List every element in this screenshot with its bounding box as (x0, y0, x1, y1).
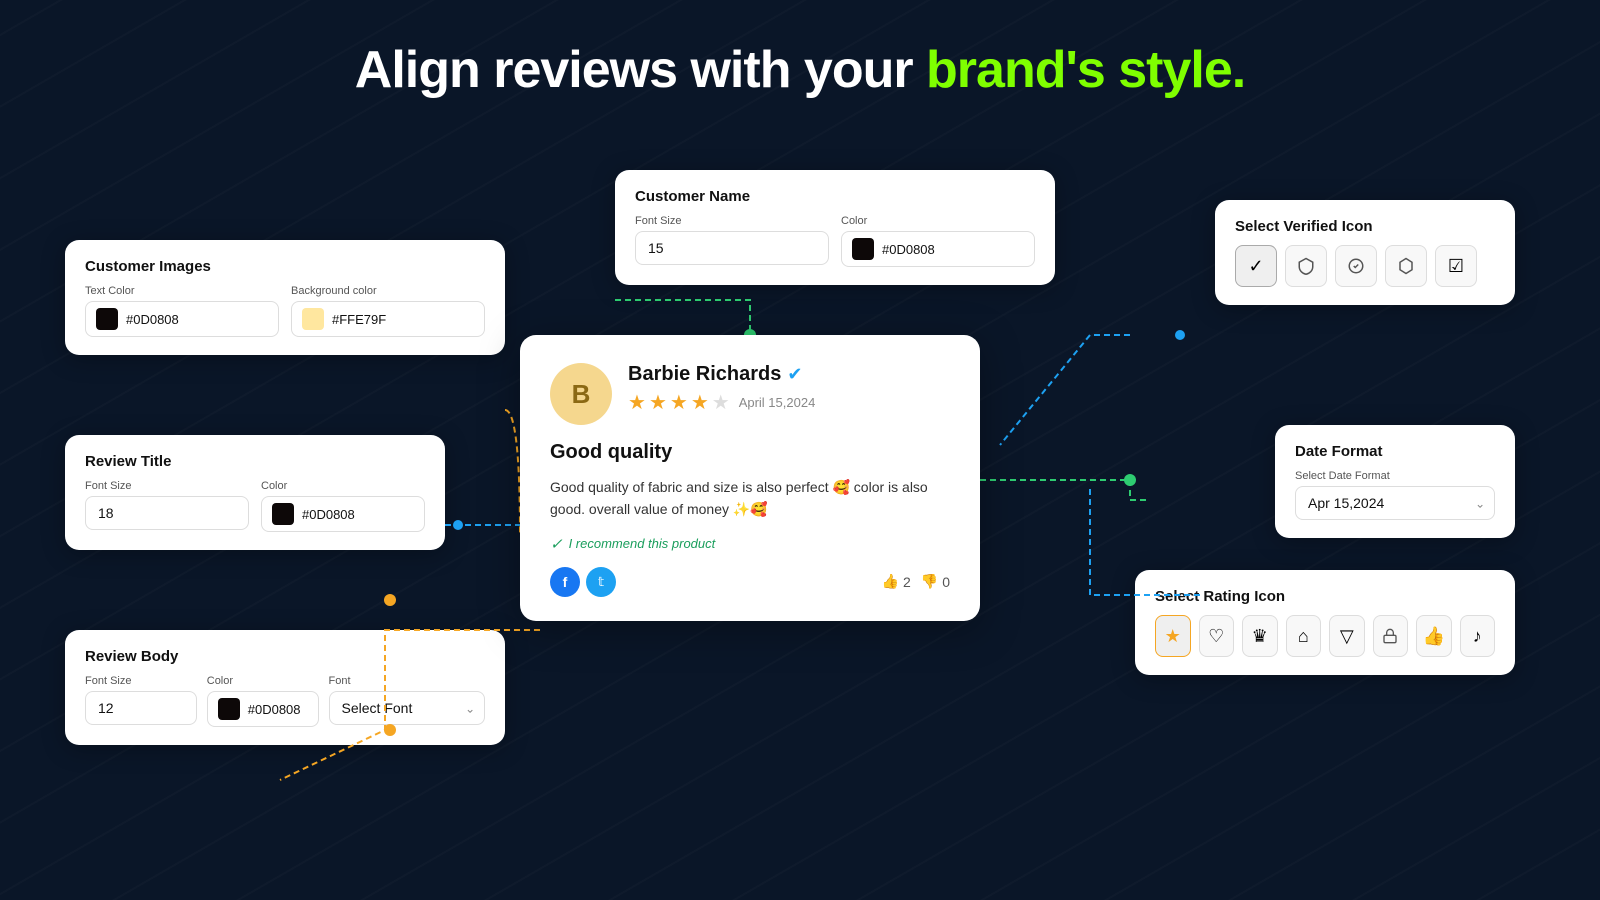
review-title-color-field[interactable]: #0D0808 (261, 496, 425, 532)
vote-row: 👍 2 👎 0 (882, 573, 950, 590)
review-title-panel: Review Title Font Size Color #0D0808 (65, 435, 445, 550)
review-body-color-field[interactable]: #0D0808 (207, 691, 319, 727)
twitter-icon[interactable]: 𝕥 (586, 567, 616, 597)
review-title-color-swatch (272, 503, 294, 525)
facebook-icon[interactable]: f (550, 567, 580, 597)
rating-icon-title: Select Rating Icon (1155, 588, 1495, 605)
date-format-panel: Date Format Select Date Format Apr 15,20… (1275, 425, 1515, 538)
customer-images-panel: Customer Images Text Color #0D0808 Backg… (65, 240, 505, 355)
star-2: ★ (649, 390, 667, 415)
review-date: April 15,2024 (739, 395, 816, 410)
recommend-row: ✓ I recommend this product (550, 535, 950, 553)
verified-icon-checkbox[interactable]: ☑ (1435, 245, 1477, 287)
customer-name-color-label: Color (841, 215, 1035, 227)
text-color-field[interactable]: #0D0808 (85, 301, 279, 337)
rating-icon-home[interactable]: ⌂ (1286, 615, 1322, 657)
customer-name-fontsize-label: Font Size (635, 215, 829, 227)
date-format-title: Date Format (1295, 443, 1495, 460)
checkmark-icon: ✓ (550, 535, 563, 553)
likes-count: 2 (903, 574, 911, 590)
date-format-select[interactable]: Apr 15,2024 April 15, 2024 15/04/2024 04… (1295, 486, 1495, 520)
star-1: ★ (628, 390, 646, 415)
text-color-value: #0D0808 (126, 312, 179, 327)
review-title: Good quality (550, 441, 950, 464)
avatar: B (550, 363, 612, 425)
review-title-color-value: #0D0808 (302, 507, 355, 522)
font-select-wrapper: Select Font Arial Georgia Helvetica (329, 691, 485, 725)
customer-name-title: Customer Name (635, 188, 1035, 205)
review-title-fontsize-label: Font Size (85, 480, 249, 492)
bg-color-swatch (302, 308, 324, 330)
customer-name-fontsize-input[interactable] (635, 231, 829, 265)
reviewer-name-row: Barbie Richards ✔ (628, 363, 950, 386)
thumbsup-icon: 👍 (882, 573, 899, 590)
rating-icon-panel: Select Rating Icon ★ ♡ ♛ ⌂ ▽ 👍 ♪ (1135, 570, 1515, 675)
verified-icon-title: Select Verified Icon (1235, 218, 1495, 235)
rating-icon-lock[interactable] (1373, 615, 1409, 657)
review-body-fontsize-label: Font Size (85, 675, 197, 687)
social-row: f 𝕥 👍 2 👎 0 (550, 567, 950, 597)
reviewer-name: Barbie Richards (628, 363, 781, 386)
verified-icon-hex[interactable] (1385, 245, 1427, 287)
social-icons: f 𝕥 (550, 567, 616, 597)
customer-name-color-field[interactable]: #0D0808 (841, 231, 1035, 267)
font-select[interactable]: Select Font Arial Georgia Helvetica (329, 691, 485, 725)
review-body-color-swatch (218, 698, 240, 720)
review-card: B Barbie Richards ✔ ★ ★ ★ ★ ★ April 15,2… (520, 335, 980, 621)
page-title: Align reviews with your brand's style. (0, 0, 1600, 100)
text-color-label: Text Color (85, 285, 279, 297)
verified-icon-panel: Select Verified Icon ✓ ☑ (1215, 200, 1515, 305)
reviewer-header: B Barbie Richards ✔ ★ ★ ★ ★ ★ April 15,2… (550, 363, 950, 425)
text-color-swatch (96, 308, 118, 330)
review-body-fontsize-input[interactable] (85, 691, 197, 725)
verified-icon-row: ✓ ☑ (1235, 245, 1495, 287)
review-title-fontsize-input[interactable] (85, 496, 249, 530)
thumbs-down-btn[interactable]: 👎 0 (921, 573, 950, 590)
review-body-font-label: Font (329, 675, 485, 687)
review-body-color-label: Color (207, 675, 319, 687)
date-format-select-wrapper: Apr 15,2024 April 15, 2024 15/04/2024 04… (1295, 486, 1495, 520)
rating-icon-thumbsup[interactable]: 👍 (1416, 615, 1452, 657)
star-5: ★ (712, 390, 730, 415)
review-title-label: Review Title (85, 453, 425, 470)
star-3: ★ (670, 390, 688, 415)
date-format-select-label: Select Date Format (1295, 470, 1495, 482)
customer-name-color-swatch (852, 238, 874, 260)
review-body-title: Review Body (85, 648, 485, 665)
rating-icon-crown[interactable]: ♛ (1242, 615, 1278, 657)
customer-images-title: Customer Images (85, 258, 485, 275)
verified-icon-badge[interactable] (1335, 245, 1377, 287)
bg-color-field[interactable]: #FFE79F (291, 301, 485, 337)
verified-icon-shield[interactable] (1285, 245, 1327, 287)
dislikes-count: 0 (942, 574, 950, 590)
thumbs-up-btn[interactable]: 👍 2 (882, 573, 911, 590)
bg-color-label: Background color (291, 285, 485, 297)
review-body-color-value: #0D0808 (248, 702, 301, 717)
rating-icon-row: ★ ♡ ♛ ⌂ ▽ 👍 ♪ (1155, 615, 1495, 657)
rating-icon-star[interactable]: ★ (1155, 615, 1191, 657)
customer-name-panel: Customer Name Font Size Color #0D0808 (615, 170, 1055, 285)
rating-icon-diamond[interactable]: ▽ (1329, 615, 1365, 657)
verified-icon: ✔ (787, 364, 802, 385)
verified-icon-circle-check[interactable]: ✓ (1235, 245, 1277, 287)
rating-icon-music[interactable]: ♪ (1460, 615, 1496, 657)
rating-icon-heart[interactable]: ♡ (1199, 615, 1235, 657)
customer-name-color-value: #0D0808 (882, 242, 935, 257)
main-area: Customer Images Text Color #0D0808 Backg… (0, 140, 1600, 900)
reviewer-info: Barbie Richards ✔ ★ ★ ★ ★ ★ April 15,202… (628, 363, 950, 415)
star-4: ★ (691, 390, 709, 415)
bg-color-value: #FFE79F (332, 312, 386, 327)
review-title-color-label: Color (261, 480, 425, 492)
recommend-text: I recommend this product (569, 536, 716, 551)
star-row: ★ ★ ★ ★ ★ April 15,2024 (628, 390, 950, 415)
review-body-panel: Review Body Font Size Color #0D0808 Font… (65, 630, 505, 745)
thumbsdown-icon: 👎 (921, 573, 938, 590)
review-body: Good quality of fabric and size is also … (550, 476, 950, 521)
